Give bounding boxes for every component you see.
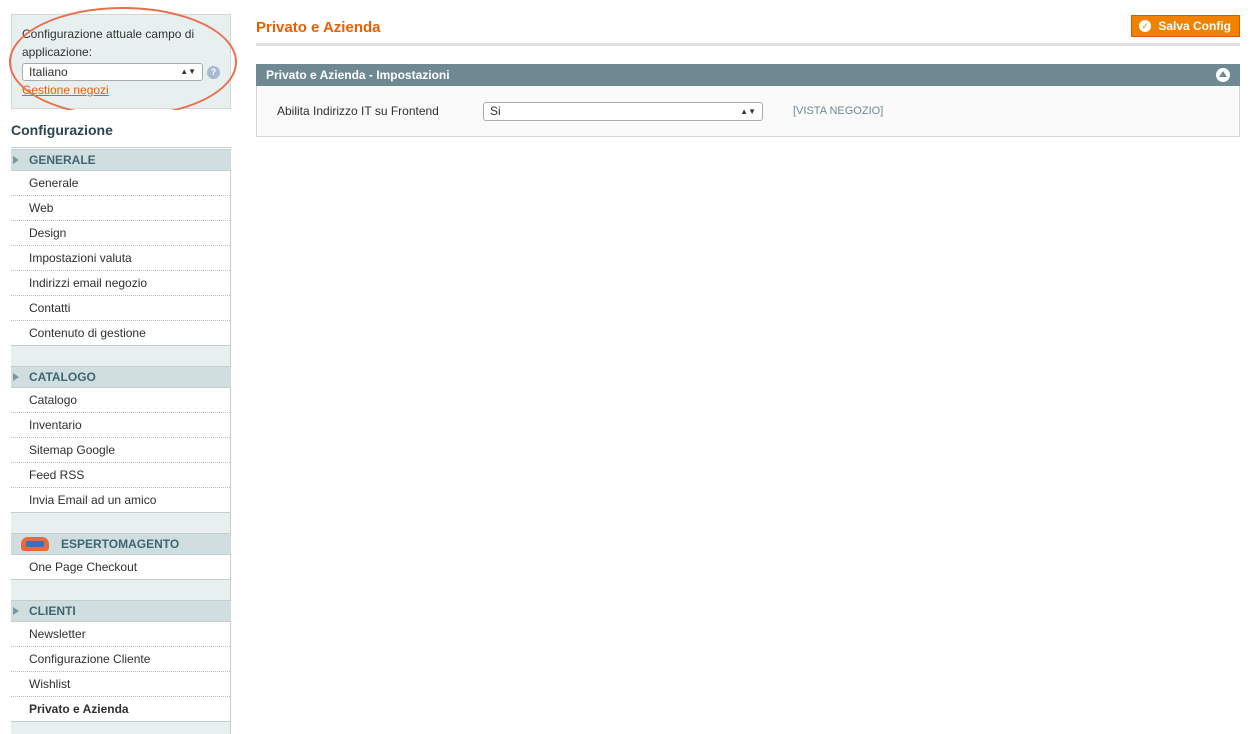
main-content: Privato e Azienda ✓ Salva Config Privato… bbox=[256, 14, 1240, 137]
section-espertomagento[interactable]: ESPERTOMAGENTO bbox=[11, 533, 231, 555]
sidebar-title: Configurazione bbox=[11, 110, 231, 148]
select-arrows-icon: ▲▼ bbox=[180, 67, 197, 76]
expand-arrow-icon bbox=[13, 373, 19, 381]
sidebar-item-store-emails[interactable]: Indirizzi email negozio bbox=[11, 271, 230, 296]
scope-switcher: Configurazione attuale campo di applicaz… bbox=[11, 14, 231, 109]
title-divider bbox=[256, 43, 1240, 46]
fieldset-title: Privato e Azienda - Impostazioni bbox=[266, 68, 450, 82]
field-select-value: Si bbox=[490, 104, 501, 118]
expand-arrow-icon bbox=[13, 156, 19, 164]
sidebar-item-currency[interactable]: Impostazioni valuta bbox=[11, 246, 230, 271]
fieldset-body: Abilita Indirizzo IT su Frontend Si ▲▼ [… bbox=[256, 86, 1240, 137]
sidebar-nav: GENERALE Generale Web Design Impostazion… bbox=[11, 149, 231, 734]
section-heading: ESPERTOMAGENTO bbox=[61, 537, 180, 551]
sidebar-item-email-friend[interactable]: Invia Email ad un amico bbox=[11, 488, 230, 513]
scope-tag: [VISTA NEGOZIO] bbox=[793, 105, 884, 117]
sidebar-item-customer-config[interactable]: Configurazione Cliente bbox=[11, 647, 230, 672]
section-heading: CATALOGO bbox=[29, 370, 96, 384]
sidebar-item-privato-azienda[interactable]: Privato e Azienda bbox=[11, 697, 230, 722]
select-arrows-icon: ▲▼ bbox=[740, 107, 756, 116]
sidebar-item-wishlist[interactable]: Wishlist bbox=[11, 672, 230, 697]
expand-arrow-icon bbox=[13, 607, 19, 615]
sidebar-item-catalog[interactable]: Catalogo bbox=[11, 388, 230, 413]
sidebar-item-design[interactable]: Design bbox=[11, 221, 230, 246]
check-icon: ✓ bbox=[1139, 20, 1152, 32]
save-config-button[interactable]: ✓ Salva Config bbox=[1131, 15, 1240, 37]
fieldset-header[interactable]: Privato e Azienda - Impostazioni bbox=[256, 64, 1240, 86]
field-label: Abilita Indirizzo IT su Frontend bbox=[277, 104, 439, 118]
espertomagento-logo-icon bbox=[21, 537, 49, 551]
sidebar-item-newsletter[interactable]: Newsletter bbox=[11, 622, 230, 647]
section-heading: GENERALE bbox=[29, 153, 96, 167]
sidebar-item-contacts[interactable]: Contatti bbox=[11, 296, 230, 321]
scope-select[interactable]: Italiano ▲▼ bbox=[22, 63, 204, 81]
enable-it-address-select[interactable]: Si ▲▼ bbox=[483, 102, 763, 121]
sidebar-item-generale[interactable]: Generale bbox=[11, 171, 230, 196]
collapse-icon[interactable] bbox=[1216, 68, 1230, 82]
manage-stores-link[interactable]: Gestione negozi bbox=[22, 83, 220, 97]
page-title: Privato e Azienda bbox=[256, 19, 381, 36]
section-heading: CLIENTI bbox=[29, 604, 76, 618]
scope-select-value: Italiano bbox=[29, 65, 68, 79]
sidebar-item-one-page-checkout[interactable]: One Page Checkout bbox=[11, 555, 230, 580]
section-catalogo[interactable]: CATALOGO bbox=[11, 366, 231, 388]
sidebar-item-web[interactable]: Web bbox=[11, 196, 230, 221]
scope-label: Configurazione attuale campo di applicaz… bbox=[22, 27, 195, 59]
sidebar-item-rss-feed[interactable]: Feed RSS bbox=[11, 463, 230, 488]
section-clienti[interactable]: CLIENTI bbox=[11, 600, 231, 622]
sidebar: Configurazione attuale campo di applicaz… bbox=[9, 7, 237, 734]
sidebar-item-content-management[interactable]: Contenuto di gestione bbox=[11, 321, 230, 346]
save-config-label: Salva Config bbox=[1158, 19, 1231, 33]
sidebar-item-google-sitemap[interactable]: Sitemap Google bbox=[11, 438, 230, 463]
section-generale[interactable]: GENERALE bbox=[11, 149, 231, 171]
sidebar-item-inventory[interactable]: Inventario bbox=[11, 413, 230, 438]
help-icon[interactable]: ? bbox=[207, 65, 220, 79]
